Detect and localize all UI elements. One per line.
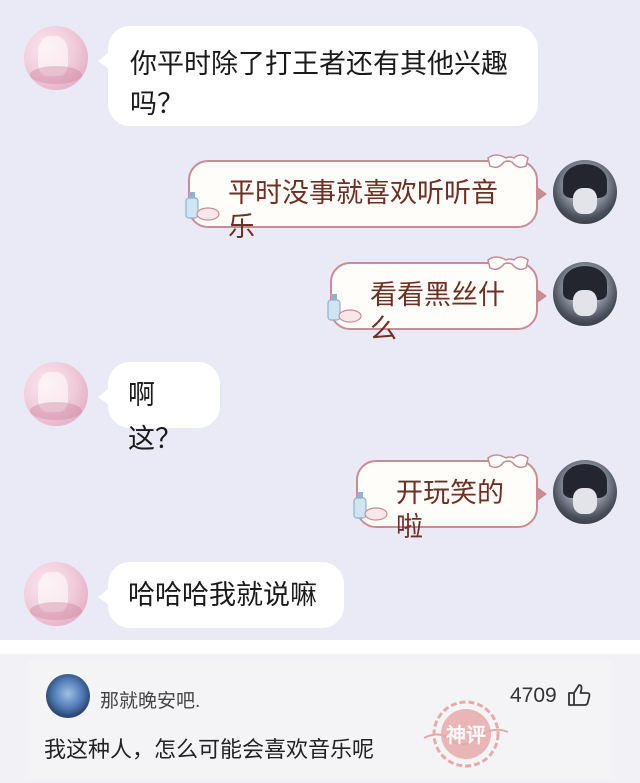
message-text: 平时没事就喜欢听听音乐 <box>228 178 498 242</box>
contact-avatar[interactable] <box>24 362 88 426</box>
message-text: 看看黑丝什么 <box>370 280 505 344</box>
comment-text: 我这种人，怎么可能会喜欢音乐呢 <box>44 737 375 762</box>
glasses-icon <box>487 256 529 271</box>
message-text: 哈哈哈我就说嘛 <box>128 580 317 610</box>
glasses-icon <box>487 454 529 469</box>
message-text: 你平时除了打王者还有其他兴趣 <box>130 49 508 79</box>
message-bubble: 开玩笑的啦 <box>353 454 547 542</box>
comment-card[interactable]: 那就晚安吧. 4709 我这种人，怎么可能会喜欢音乐呢 神评 <box>28 660 612 778</box>
message-bubble: 平时没事就喜欢听听音乐 <box>185 154 547 242</box>
contact-avatar[interactable] <box>24 26 88 90</box>
bottle-icon <box>353 492 388 521</box>
message-text: 开玩笑的啦 <box>396 478 504 542</box>
user-avatar[interactable] <box>553 160 617 224</box>
bottle-icon <box>185 192 220 221</box>
hot-comment-stamp: 神评 <box>423 700 509 768</box>
user-avatar[interactable] <box>553 460 617 524</box>
stamp-text: 神评 <box>446 723 486 747</box>
commenter-name[interactable]: 那就晚安吧. <box>100 686 200 713</box>
glasses-icon <box>487 154 529 169</box>
message-text: 啊这？ <box>128 380 182 454</box>
thumbs-up-icon[interactable] <box>566 682 592 708</box>
like-count: 4709 <box>510 684 557 707</box>
contact-avatar[interactable] <box>24 562 88 626</box>
chat-screenshot: 你平时除了打王者还有其他兴趣 吗？ 平时没事就喜欢听听音乐 看看黑丝什么 啊这？ <box>0 0 640 640</box>
message-text: 吗？ <box>130 89 184 119</box>
message-bubble: 看看黑丝什么 <box>327 256 547 344</box>
message-bubble: 哈哈哈我就说嘛 <box>98 562 344 628</box>
bottle-icon <box>327 294 362 323</box>
message-bubble: 啊这？ <box>98 362 220 454</box>
divider <box>0 640 640 654</box>
commenter-avatar[interactable] <box>46 674 90 718</box>
message-bubble: 你平时除了打王者还有其他兴趣 吗？ <box>98 26 538 126</box>
user-avatar[interactable] <box>553 262 617 326</box>
